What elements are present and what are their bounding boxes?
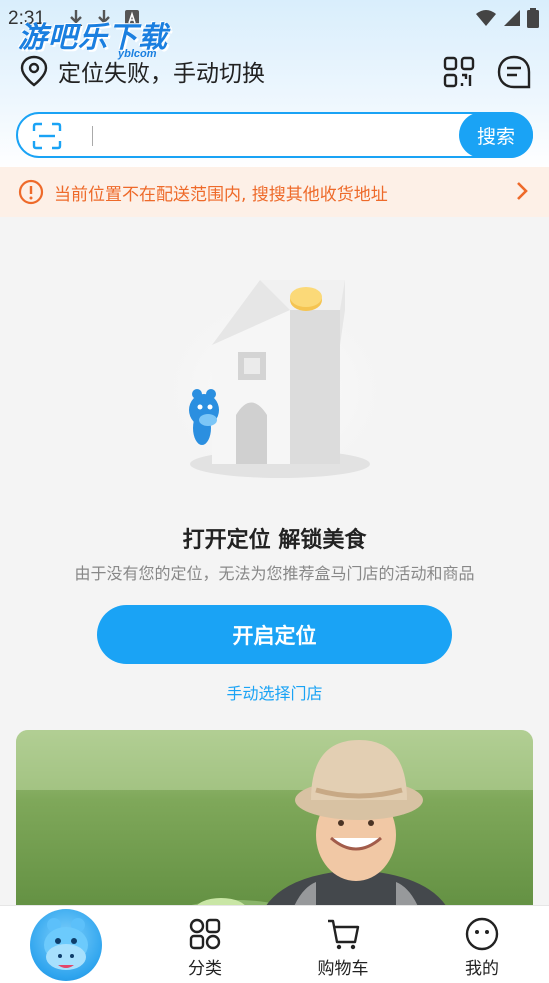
- hippo-mascot-icon: [44, 918, 88, 970]
- chevron-right-icon[interactable]: [515, 180, 529, 202]
- empty-state-subtitle: 由于没有您的定位，无法为您推荐盒马门店的活动和商品: [74, 564, 475, 583]
- wifi-icon: [476, 10, 496, 26]
- tab-profile[interactable]: 我的: [432, 906, 532, 983]
- delivery-notice-bar[interactable]: 当前位置不在配送范围内, 搜搜其他收货地址: [0, 167, 549, 217]
- cart-icon: [328, 919, 360, 950]
- tab-cart[interactable]: 购物车: [293, 906, 393, 983]
- tab-profile-label: 我的: [465, 959, 499, 979]
- farmer-photo: [16, 730, 533, 930]
- search-button[interactable]: 搜索: [459, 112, 533, 158]
- search-bar[interactable]: 搜索: [16, 112, 533, 158]
- tab-cart-label: 购物车: [317, 959, 369, 979]
- scan-icon[interactable]: [32, 122, 62, 150]
- empty-state-title: 打开定位 解锁美食: [182, 528, 367, 553]
- location-selector[interactable]: 定位失败，手动切换: [18, 54, 265, 88]
- tab-category-label: 分类: [188, 959, 222, 979]
- message-icon[interactable]: [496, 54, 532, 90]
- qr-code-icon[interactable]: [441, 54, 477, 90]
- watermark-logo: 游吧乐下载 yblcom: [18, 14, 168, 60]
- promo-banner-image[interactable]: [16, 730, 533, 930]
- enable-location-button[interactable]: 开启定位: [97, 605, 452, 664]
- search-input[interactable]: [92, 126, 93, 146]
- location-text: 定位失败，手动切换: [58, 61, 265, 87]
- bottom-tab-bar: 分类 购物车 我的: [0, 905, 549, 983]
- signal-icon: [504, 10, 520, 26]
- empty-location-illustration: [145, 280, 405, 500]
- location-pin-icon: [20, 55, 48, 87]
- profile-smile-icon: [465, 917, 499, 951]
- tab-home[interactable]: [30, 909, 102, 981]
- battery-icon: [527, 8, 539, 28]
- info-icon: [18, 179, 44, 205]
- select-store-link[interactable]: 手动选择门店: [0, 680, 549, 704]
- tab-category[interactable]: 分类: [155, 906, 255, 983]
- notice-text: 当前位置不在配送范围内, 搜搜其他收货地址: [54, 185, 388, 205]
- category-grid-icon: [189, 918, 221, 950]
